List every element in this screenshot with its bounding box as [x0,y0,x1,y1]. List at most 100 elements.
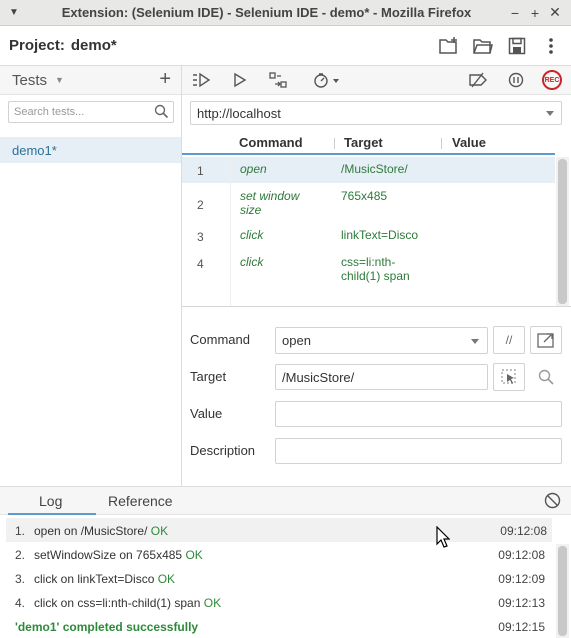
command-label: Command [190,332,250,347]
log-entry-number: 1. [15,524,26,538]
tab-reference[interactable]: Reference [108,493,173,509]
log-entry-status: OK [157,572,176,586]
commands-table: 1 open /MusicStore/ 2 set window size 76… [182,157,555,306]
row-command: set window size [240,189,300,217]
run-all-tests-icon[interactable] [192,70,212,90]
description-input[interactable] [275,438,562,464]
record-button[interactable]: REC [542,70,562,90]
open-project-icon[interactable] [473,36,493,56]
table-row[interactable]: 3 click linkText=Disco [182,223,555,249]
tests-header[interactable]: Tests ▼ + [0,66,181,95]
table-row[interactable]: 1 open /MusicStore/ [182,157,555,183]
log-entry-number: 3. [15,572,26,586]
log-entry-text: open on /MusicStore/ [34,524,148,538]
minimize-button[interactable]: − [505,5,525,21]
panel-divider[interactable] [182,306,571,307]
close-button[interactable]: ✕ [545,4,565,21]
value-label: Value [190,406,223,421]
log-scrollbar[interactable] [556,544,569,638]
more-options-icon[interactable] [541,36,561,56]
tab-log[interactable]: Log [39,493,62,509]
row-target: css=li:nth-child(1) span [341,255,410,283]
command-select[interactable]: open [275,327,488,354]
maximize-button[interactable]: + [525,5,545,21]
log-entry-time: 09:12:09 [498,572,545,586]
log-entry: 1. open on /MusicStore/ OK 09:12:08 [6,518,552,542]
project-bar: Project: demo* [0,26,571,66]
log-entry-time: 09:12:08 [498,548,545,562]
run-toolbar: REC [182,66,571,95]
url-dropdown-icon[interactable] [546,111,554,116]
row-command: click [240,228,264,242]
commands-table-header: Command Target Value [182,131,555,155]
project-label: Project: [9,37,65,54]
log-entry: 4. click on css=li:nth-child(1) span OK … [0,590,556,614]
log-entry: 3. click on linkText=Disco OK 09:12:09 [0,566,556,590]
row-number-divider [230,157,231,306]
log-entry-number: 4. [15,596,26,610]
project-name[interactable]: demo* [71,37,117,54]
row-target: linkText=Disco [341,228,419,242]
value-input[interactable] [275,401,562,427]
column-command: Command [239,135,303,150]
target-value: /MusicStore/ [282,369,355,385]
target-label: Target [190,369,227,384]
open-reference-button[interactable] [530,326,562,354]
table-row[interactable]: 4 click css=li:nth-child(1) span [182,249,555,289]
add-test-icon[interactable]: + [159,68,171,91]
save-project-icon[interactable] [507,36,527,56]
log-entry-text: setWindowSize on 765x485 [34,548,183,562]
scrollbar-thumb[interactable] [558,159,567,304]
row-target: 765x485 [341,189,388,203]
disable-breakpoints-icon[interactable] [468,70,488,90]
find-target-button[interactable] [530,363,562,391]
scrollbar-thumb[interactable] [558,546,567,636]
row-number: 2 [197,198,204,212]
title-bar: ▼ Extension: (Selenium IDE) - Selenium I… [0,0,571,26]
tests-sidebar: Tests ▼ + Search tests... demo1* [0,66,182,486]
pause-on-exceptions-icon[interactable] [506,70,526,90]
speed-icon[interactable] [312,70,342,90]
run-current-test-icon[interactable] [230,70,250,90]
log-tabs: Log Reference [0,486,571,515]
mouse-cursor-icon [436,525,451,551]
clear-log-icon[interactable] [544,492,561,512]
select-target-button[interactable] [493,363,525,391]
log-entry-status: OK [150,524,169,538]
log-summary-time: 09:12:15 [498,620,545,634]
window-title: Extension: (Selenium IDE) - Selenium IDE… [61,5,472,20]
step-over-icon[interactable] [268,70,288,90]
target-input[interactable]: /MusicStore/ [275,364,488,390]
search-icon [538,369,554,385]
column-divider[interactable] [441,138,442,149]
test-item-demo1[interactable]: demo1* [0,137,181,163]
description-label: Description [190,443,256,458]
active-tab-indicator [8,513,96,515]
column-divider[interactable] [334,138,335,149]
search-tests-input[interactable]: Search tests... [8,101,174,123]
log-entry-number: 2. [15,548,26,562]
column-target: Target [344,135,383,150]
tests-header-label: Tests [12,71,48,89]
log-summary-text: 'demo1' completed successfully [15,620,199,634]
commands-scrollbar[interactable] [556,157,569,306]
base-url-input[interactable]: http://localhost [190,101,562,125]
chevron-down-icon[interactable]: ▼ [55,75,64,85]
comment-button[interactable]: // [493,326,525,354]
search-icon [154,104,169,122]
log-summary: 'demo1' completed successfully 09:12:15 [0,614,556,638]
chevron-down-icon[interactable] [471,339,479,344]
base-url-value: http://localhost [197,105,281,121]
window-menu-icon[interactable]: ▼ [0,7,28,18]
row-command: click [240,255,264,269]
new-project-icon[interactable] [439,36,459,56]
row-target: /MusicStore/ [341,162,408,176]
log-entry-text: click on linkText=Disco [34,572,155,586]
row-number: 1 [197,164,204,178]
log-entry: 2. setWindowSize on 765x485 OK 09:12:08 [0,542,556,566]
external-link-icon [537,333,554,348]
log-entry-status: OK [185,548,203,562]
row-number: 4 [197,257,204,271]
command-value: open [282,333,311,348]
table-row[interactable]: 2 set window size 765x485 [182,183,555,223]
